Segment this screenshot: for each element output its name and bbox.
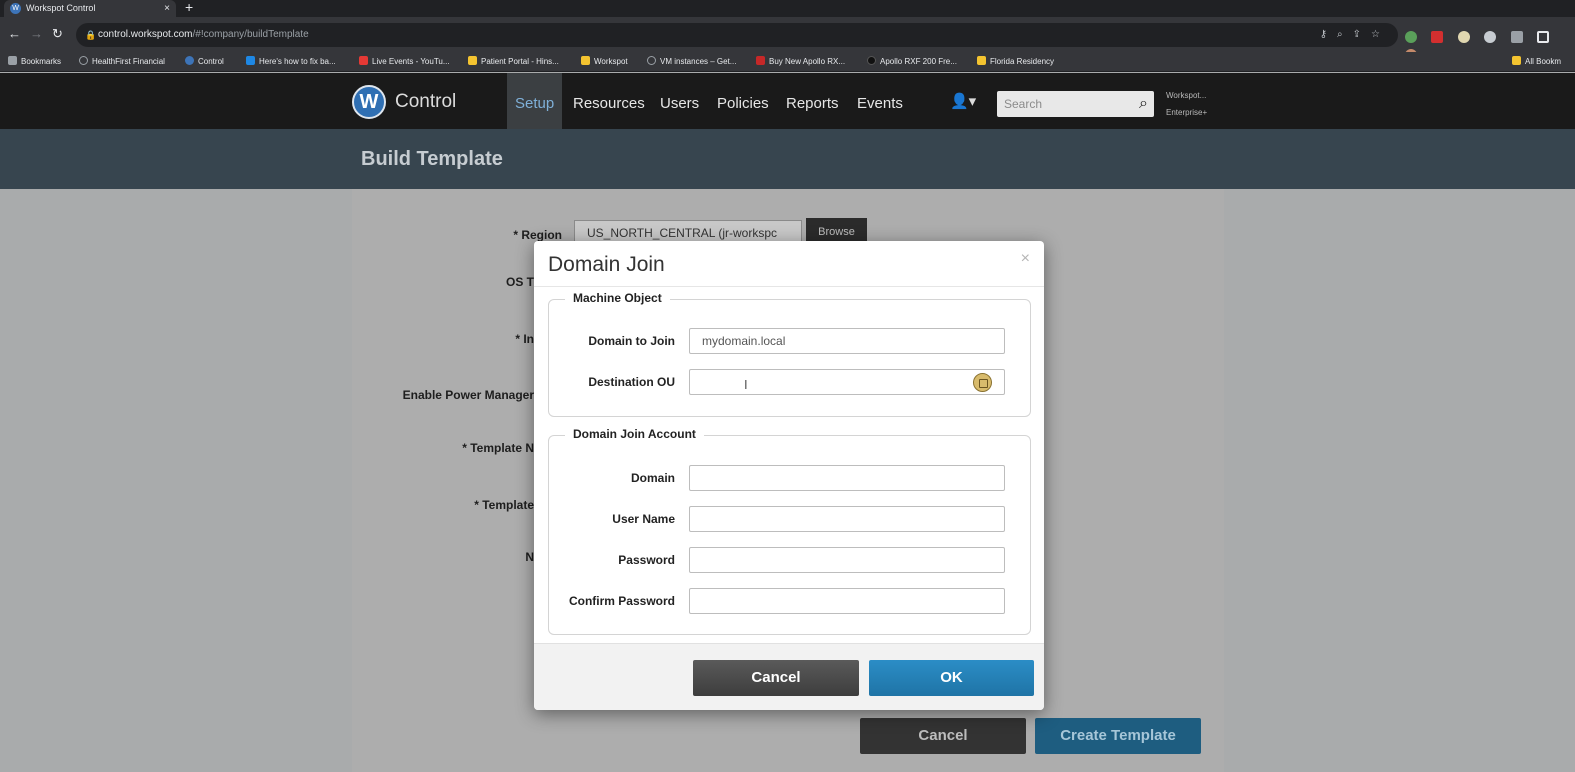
confirm-password-label: Confirm Password (568, 594, 675, 608)
user-name-label: User Name (612, 512, 675, 526)
pdf-extension-icon[interactable] (1431, 30, 1444, 43)
bookmark-item[interactable]: Here's how to fix ba... (246, 52, 336, 71)
bookmark-item[interactable]: VM instances – Get... (647, 52, 736, 71)
all-bookmarks[interactable]: All Bookm (1512, 52, 1561, 71)
bookmark-site-icon (867, 56, 876, 65)
nav-resources[interactable]: Resources (565, 73, 653, 129)
cancel-button[interactable]: Cancel (693, 660, 859, 696)
forward-icon[interactable]: → (30, 26, 43, 41)
nav-setup[interactable]: Setup (507, 73, 563, 129)
power-management-label: Enable Power Manager (402, 388, 534, 402)
bookmark-item[interactable]: Patient Portal - Hins... (468, 52, 559, 71)
sidepanel-icon[interactable] (1537, 30, 1550, 43)
user-name-input[interactable] (689, 506, 1005, 532)
tab-title: Workspot Control (26, 3, 96, 13)
nav-events[interactable]: Events (849, 73, 911, 129)
extension-icon[interactable] (1484, 30, 1497, 43)
dialog-title: Domain Join (548, 253, 665, 276)
browser-tab[interactable]: W Workspot Control × (4, 0, 176, 17)
search-input[interactable]: Search ⌕ (997, 91, 1154, 117)
bookmark-item[interactable]: Workspot (581, 52, 628, 71)
address-bar[interactable]: 🔒 control.workspot.com/#!company/buildTe… (76, 23, 1398, 47)
globe-icon (79, 56, 88, 65)
back-icon[interactable]: ← (8, 26, 21, 41)
page-title: Build Template (361, 148, 503, 170)
extension-icon[interactable] (1457, 30, 1470, 43)
notes-label: N (525, 550, 534, 564)
folder-icon (468, 56, 477, 65)
workspot-icon (185, 56, 194, 65)
image-label: * In (515, 332, 534, 346)
domain-join-account-legend: Domain Join Account (565, 427, 704, 441)
bookmark-item[interactable]: HealthFirst Financial (79, 52, 165, 71)
template-label: * Template (474, 498, 534, 512)
new-tab-button[interactable]: + (185, 0, 193, 15)
nav-reports[interactable]: Reports (778, 73, 847, 129)
bookmark-item[interactable]: Live Events - YouTu... (359, 52, 450, 71)
puzzle-icon[interactable] (1510, 30, 1523, 43)
bookmark-item[interactable]: Control (185, 52, 224, 71)
folder-icon (977, 56, 986, 65)
domain-to-join-label: Domain to Join (588, 334, 675, 348)
bookmarks-bar: Bookmarks HealthFirst Financial Control … (0, 52, 1575, 72)
bookmark-site-icon (756, 56, 765, 65)
url-host: control.workspot.com (98, 29, 193, 40)
page-title-bar: Build Template (0, 129, 1575, 189)
domain-join-account-group: Domain Join Account Domain User Name Pas… (548, 427, 1031, 635)
create-template-button[interactable]: Create Template (1035, 718, 1201, 754)
machine-object-legend: Machine Object (565, 291, 670, 305)
divider (534, 286, 1044, 287)
extension-icon[interactable] (1405, 30, 1417, 43)
omnibox-action-icons[interactable]: ⚷⌕⇪☆ (1320, 23, 1390, 47)
account-info[interactable]: Workspot... Enterprise+ (1166, 87, 1207, 121)
bookmark-item[interactable]: Buy New Apollo RX... (756, 52, 845, 71)
nav-users[interactable]: Users (652, 73, 707, 129)
confirm-password-input[interactable] (689, 588, 1005, 614)
extensions-area (1405, 28, 1575, 61)
bookmark-item[interactable]: Bookmarks (8, 52, 61, 71)
ou-browse-icon[interactable] (973, 373, 992, 392)
url-path: /#!company/buildTemplate (192, 29, 309, 40)
brand-name: Control (395, 91, 457, 112)
password-input[interactable] (689, 547, 1005, 573)
user-menu-icon[interactable]: 👤▾ (950, 92, 976, 110)
bookmark-item[interactable]: Florida Residency (977, 52, 1054, 71)
os-label: OS T (505, 275, 534, 289)
lock-icon: 🔒 (85, 30, 97, 40)
destination-ou-label: Destination OU (588, 375, 675, 389)
close-icon[interactable]: × (1021, 250, 1030, 268)
workspot-favicon-icon: W (10, 3, 21, 14)
password-label: Password (618, 553, 675, 567)
text-cursor-icon: I (744, 377, 748, 392)
bookmark-item[interactable]: Apollo RXF 200 Fre... (867, 52, 957, 71)
bookmark-site-icon (246, 56, 255, 65)
search-icon[interactable]: ⌕ (1139, 91, 1148, 117)
domain-input[interactable] (689, 465, 1005, 491)
app-header: W Control Setup Resources Users Policies… (0, 73, 1575, 129)
cloud-icon (647, 56, 656, 65)
folder-icon (581, 56, 590, 65)
region-label: * Region (513, 228, 562, 242)
youtube-icon (359, 56, 368, 65)
ok-button[interactable]: OK (869, 660, 1034, 696)
close-tab-icon[interactable]: × (164, 0, 170, 17)
domain-label: Domain (630, 471, 675, 485)
destination-ou-input[interactable]: I (689, 369, 1005, 395)
workspot-logo[interactable]: W (352, 85, 386, 119)
folder-icon (1512, 56, 1521, 65)
domain-to-join-input[interactable]: mydomain.local (689, 328, 1005, 354)
browser-tabbar: W Workspot Control × + (0, 0, 1575, 17)
browser-toolbar: ← → ↻ 🔒 control.workspot.com/#!company/b… (0, 17, 1575, 61)
machine-object-group: Machine Object Domain to Join mydomain.l… (548, 291, 1031, 417)
dialog-footer: Cancel OK (534, 643, 1044, 710)
star-icon (8, 56, 17, 65)
domain-join-dialog: Domain Join × Machine Object Domain to J… (534, 241, 1044, 710)
nav-policies[interactable]: Policies (709, 73, 777, 129)
form-cancel-button[interactable]: Cancel (860, 718, 1026, 754)
template-name-label: * Template N (462, 441, 534, 455)
reload-icon[interactable]: ↻ (52, 26, 63, 42)
